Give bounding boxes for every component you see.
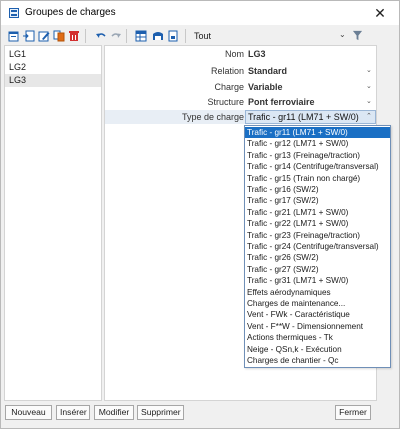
structure-select[interactable]: Pont ferroviaire [248,97,366,107]
undo-icon[interactable] [95,30,107,42]
funnel-icon[interactable] [352,30,363,41]
dropdown-option[interactable]: Trafic - gr27 (SW/2) [245,264,390,275]
dropdown-option[interactable]: Vent - F**W - Dimensionnement [245,321,390,332]
load-groups-list: LG1 LG2 LG3 [4,45,102,401]
toolbar-separator [185,29,186,43]
load-select[interactable]: Variable [248,82,366,92]
dropdown-option[interactable]: Trafic - gr23 (Freinage/traction) [245,230,390,241]
dropdown-option[interactable]: Trafic - gr22 (LM71 + SW/0) [245,218,390,229]
dropdown-option[interactable]: Trafic - gr13 (Freinage/traction) [245,150,390,161]
load-type-dropdown: Trafic - gr11 (LM71 + SW/0) Trafic - gr12… [244,125,391,368]
dropdown-option[interactable]: Charges de chantier - Qc [245,355,390,366]
window-title: Groupes de charges [25,7,116,18]
dropdown-option[interactable]: Trafic - gr17 (SW/2) [245,195,390,206]
load-icon[interactable] [167,30,179,42]
new-icon[interactable] [8,30,20,42]
edit-button[interactable]: Modifier [94,405,134,420]
load-type-label: Type de charge [181,112,244,122]
list-item-lg2[interactable]: LG2 [5,61,101,74]
new-button[interactable]: Nouveau [5,405,52,420]
redo-icon[interactable] [110,30,122,42]
load-groups-window: Groupes de charges ✕ Tout ⌄ LG1 LG2 LG3 … [0,0,400,429]
dropdown-option[interactable]: Trafic - gr21 (LM71 + SW/0) [245,207,390,218]
name-field[interactable]: LG3 [248,49,366,59]
list-item-lg3[interactable]: LG3 [5,74,101,87]
insert-icon[interactable] [23,30,35,42]
toolbar: Tout ⌄ [1,27,399,45]
list-item-label: LG1 [9,49,27,59]
toolbar-separator [85,29,86,43]
delete-button[interactable]: Supprimer [137,405,184,420]
load-type-value: Trafic - gr11 (LM71 + SW/0) [248,112,359,122]
copy-icon[interactable] [53,30,65,42]
list-item-label: LG2 [9,62,27,72]
chevron-up-icon[interactable]: ⌃ [366,112,372,120]
chevron-down-icon[interactable]: ⌄ [366,66,372,74]
table-icon[interactable] [135,30,147,42]
dropdown-option[interactable]: Trafic - gr11 (LM71 + SW/0) [245,127,390,139]
dropdown-option[interactable]: Actions thermiques - Tk [245,332,390,343]
filter-select[interactable]: Tout [194,31,211,41]
close-dialog-button[interactable]: Fermer [335,405,371,420]
close-button[interactable]: ✕ [371,4,389,22]
toolbar-separator [126,29,127,43]
dropdown-option[interactable]: Trafic - gr24 (Centrifuge/transversal) [245,241,390,252]
dropdown-option[interactable]: Trafic - gr26 (SW/2) [245,252,390,263]
load-label: Charge [214,82,244,92]
edit-icon[interactable] [38,30,50,42]
dropdown-option[interactable]: Charges de maintenance... [245,298,390,309]
name-label: Nom [224,49,244,59]
dropdown-option[interactable]: Trafic - gr15 (Train non chargé) [245,173,390,184]
dropdown-option[interactable]: Effets aérodynamiques [245,287,390,298]
list-item-label: LG3 [9,75,27,85]
dropdown-option[interactable]: Trafic - gr12 (LM71 + SW/0) [245,138,390,149]
relation-select[interactable]: Standard [248,66,366,76]
dropdown-option[interactable]: Trafic - gr16 (SW/2) [245,184,390,195]
insert-button[interactable]: Insérer [56,405,90,420]
chevron-down-icon[interactable]: ⌄ [366,97,372,105]
dropdown-option[interactable]: Vent - FWk - Caractéristique [245,309,390,320]
relation-label: Relation [210,66,244,76]
dropdown-option[interactable]: Neige - QSn,k - Exécution [245,344,390,355]
dropdown-option[interactable]: Trafic - gr14 (Centrifuge/transversal) [245,161,390,172]
title-bar: Groupes de charges ✕ [1,1,399,25]
chevron-down-icon[interactable]: ⌄ [339,30,346,39]
delete-icon[interactable] [68,30,80,42]
chevron-down-icon[interactable]: ⌄ [366,82,372,90]
save-icon[interactable] [152,30,164,42]
structure-label: Structure [207,97,244,107]
window-icon [9,8,19,18]
list-item-lg1[interactable]: LG1 [5,48,101,61]
dropdown-option[interactable]: Trafic - gr31 (LM71 + SW/0) [245,275,390,286]
